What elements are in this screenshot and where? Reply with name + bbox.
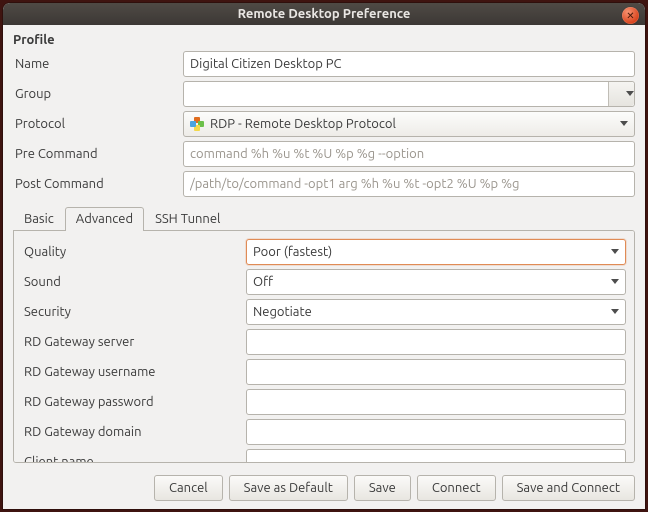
gw-user-input[interactable]	[246, 359, 626, 385]
security-value: Negotiate	[253, 305, 312, 319]
gw-pass-input[interactable]	[246, 389, 626, 415]
preference-window: Remote Desktop Preference ✕ Profile Name…	[3, 3, 645, 509]
protocol-combo[interactable]: RDP - Remote Desktop Protocol	[183, 111, 635, 137]
quality-value: Poor (fastest)	[253, 245, 332, 259]
chevron-down-icon	[611, 279, 619, 284]
chevron-down-icon	[626, 91, 634, 96]
titlebar[interactable]: Remote Desktop Preference ✕	[3, 3, 645, 25]
content-area: Profile Name Group Protocol RDP - Remote	[3, 25, 645, 469]
security-combo[interactable]: Negotiate	[246, 299, 626, 325]
close-icon[interactable]: ✕	[622, 7, 639, 24]
footer-buttons: Cancel Save as Default Save Connect Save…	[3, 469, 645, 509]
tab-strip: Basic Advanced SSH Tunnel	[13, 207, 635, 231]
precmd-label: Pre Command	[13, 147, 183, 161]
security-label: Security	[22, 305, 246, 319]
quality-label: Quality	[22, 245, 246, 259]
tab-ssh-tunnel[interactable]: SSH Tunnel	[144, 207, 231, 231]
sound-label: Sound	[22, 275, 246, 289]
gw-user-label: RD Gateway username	[22, 365, 246, 379]
save-button[interactable]: Save	[354, 475, 411, 501]
advanced-panel: Quality Poor (fastest) Sound Off	[13, 230, 635, 463]
client-name-input[interactable]	[246, 449, 626, 463]
protocol-label: Protocol	[13, 117, 183, 131]
profile-header: Profile	[13, 33, 635, 47]
save-default-button[interactable]: Save as Default	[229, 475, 348, 501]
connect-button[interactable]: Connect	[417, 475, 496, 501]
gw-pass-label: RD Gateway password	[22, 395, 246, 409]
client-name-label: Client name	[22, 455, 246, 463]
sound-value: Off	[253, 275, 273, 289]
rdp-icon	[190, 117, 204, 131]
name-label: Name	[13, 57, 183, 71]
name-input[interactable]	[183, 51, 635, 77]
chevron-down-icon	[611, 249, 619, 254]
chevron-down-icon	[620, 121, 628, 126]
sound-combo[interactable]: Off	[246, 269, 626, 295]
window-title: Remote Desktop Preference	[238, 7, 411, 21]
gw-server-label: RD Gateway server	[22, 335, 246, 349]
quality-combo[interactable]: Poor (fastest)	[246, 239, 626, 265]
group-dropdown-button[interactable]	[608, 82, 634, 106]
group-label: Group	[13, 87, 183, 101]
tab-advanced[interactable]: Advanced	[65, 207, 144, 231]
protocol-value: RDP - Remote Desktop Protocol	[210, 117, 396, 131]
chevron-down-icon	[611, 309, 619, 314]
postcmd-label: Post Command	[13, 177, 183, 191]
gw-domain-input[interactable]	[246, 419, 626, 445]
gw-server-input[interactable]	[246, 329, 626, 355]
postcmd-input[interactable]	[183, 171, 635, 197]
save-connect-button[interactable]: Save and Connect	[502, 475, 635, 501]
cancel-button[interactable]: Cancel	[154, 475, 223, 501]
gw-domain-label: RD Gateway domain	[22, 425, 246, 439]
tab-basic[interactable]: Basic	[13, 207, 65, 231]
group-combo[interactable]	[183, 81, 635, 107]
precmd-input[interactable]	[183, 141, 635, 167]
